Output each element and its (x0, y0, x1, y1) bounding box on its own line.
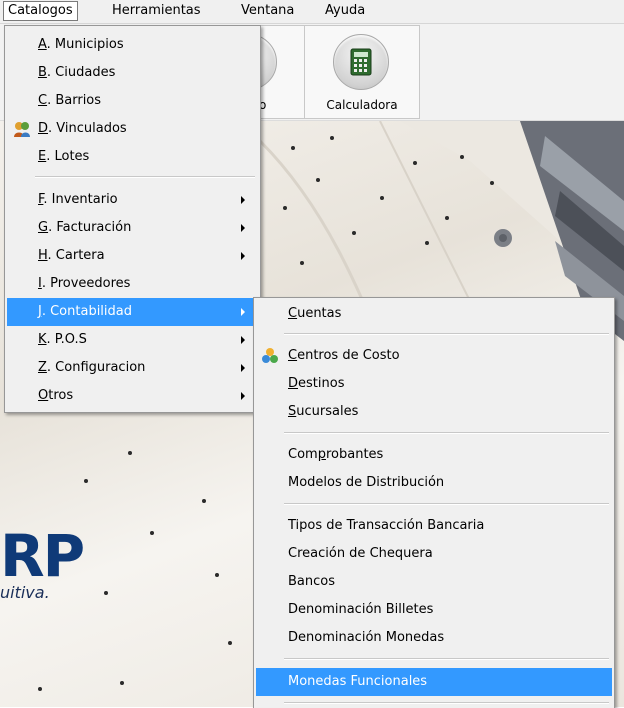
menu-item-inventario[interactable]: F. Inventario (5, 186, 260, 214)
submenu-arrow-icon (241, 336, 245, 344)
calculator-label: Calculadora (326, 98, 398, 112)
submenu-item-modelos-distribucion[interactable]: Modelos de Distribución (254, 469, 614, 497)
submenu-item-tipos-transaccion-bancaria[interactable]: Tipos de Transacción Bancaria (254, 512, 614, 540)
menu-item-barrios[interactable]: C. Barrios (5, 87, 260, 115)
submenu-item-destinos[interactable]: Destinos (254, 370, 614, 398)
menu-item-municipios[interactable]: A. Municipios (5, 31, 260, 59)
menu-herramientas[interactable]: Herramientas (108, 2, 205, 20)
submenu-arrow-icon (241, 224, 245, 232)
submenu-arrow-icon (241, 364, 245, 372)
submenu-item-denominacion-monedas[interactable]: Denominación Monedas (254, 624, 614, 652)
calculator-button[interactable]: Calculadora (304, 25, 420, 119)
submenu-item-bancos[interactable]: Bancos (254, 568, 614, 596)
menu-item-otros[interactable]: Otros (5, 382, 260, 410)
menu-ayuda[interactable]: Ayuda (321, 2, 369, 20)
menu-separator (284, 702, 609, 704)
menu-separator (284, 432, 609, 434)
menu-item-facturacion[interactable]: G. Facturación (5, 214, 260, 242)
catalogos-menu: A. Municipios B. Ciudades C. Barrios D. … (4, 25, 261, 413)
menu-item-ciudades[interactable]: B. Ciudades (5, 59, 260, 87)
menu-item-cartera[interactable]: H. Cartera (5, 242, 260, 270)
menu-item-configuracion[interactable]: Z. Configuracion (5, 354, 260, 382)
submenu-item-creacion-chequera[interactable]: Creación de Chequera (254, 540, 614, 568)
menu-separator (35, 176, 255, 178)
menu-catalogos[interactable]: Catalogos (3, 1, 78, 21)
menu-item-vinculados[interactable]: D. Vinculados (5, 115, 260, 143)
submenu-item-comprobantes[interactable]: Comprobantes (254, 441, 614, 469)
submenu-arrow-icon (241, 196, 245, 204)
menu-separator (284, 333, 609, 335)
cost-centers-icon (262, 348, 278, 363)
users-icon (14, 122, 30, 137)
menu-separator (284, 503, 609, 505)
submenu-arrow-icon (241, 392, 245, 400)
brand-tagline: uitiva. (0, 583, 50, 602)
menu-ventana[interactable]: Ventana (237, 2, 298, 20)
menu-item-pos[interactable]: K. P.O.S (5, 326, 260, 354)
menu-item-proveedores[interactable]: I. Proveedores (5, 270, 260, 298)
calculator-icon (333, 34, 389, 90)
submenu-item-centros-de-costo[interactable]: Centros de Costo (254, 342, 614, 370)
brand-logo: RP (0, 522, 85, 590)
menu-item-contabilidad[interactable]: J. Contabilidad (7, 298, 258, 326)
submenu-item-denominacion-billetes[interactable]: Denominación Billetes (254, 596, 614, 624)
submenu-arrow-icon (241, 252, 245, 260)
contabilidad-submenu: Cuentas Centros de Costo Destinos Sucurs… (253, 297, 615, 708)
submenu-item-monedas-funcionales[interactable]: Monedas Funcionales (256, 668, 612, 696)
submenu-item-sucursales[interactable]: Sucursales (254, 398, 614, 426)
submenu-item-cuentas[interactable]: Cuentas (254, 300, 614, 328)
menu-bar: Catalogos Herramientas Ventana Ayuda (0, 0, 624, 24)
menu-separator (284, 658, 609, 660)
menu-item-lotes[interactable]: E. Lotes (5, 143, 260, 171)
submenu-arrow-icon (241, 308, 245, 316)
